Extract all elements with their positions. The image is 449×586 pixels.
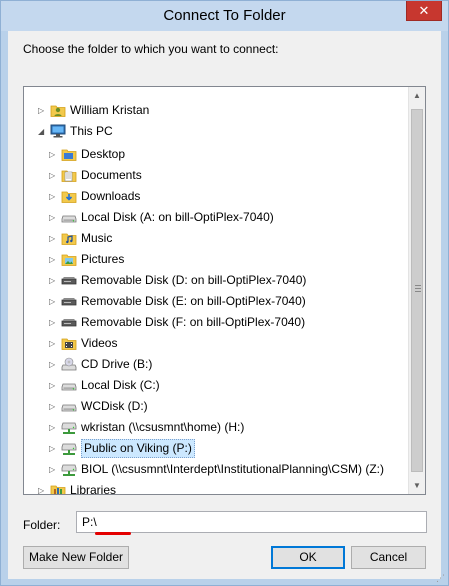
tree-item-label: BIOL (\\csusmnt\Interdept\InstitutionalP…: [81, 462, 385, 476]
tree-item[interactable]: ▷ Music: [24, 228, 410, 249]
network-drive-icon: [61, 462, 77, 477]
scroll-down-arrow-icon[interactable]: ▼: [409, 477, 425, 494]
tree-item[interactable]: ◢ This PC: [24, 121, 410, 142]
tree-item[interactable]: ▷ Documents: [24, 165, 410, 186]
expand-arrow-icon[interactable]: ▷: [49, 402, 57, 411]
expand-arrow-icon[interactable]: ▷: [49, 465, 57, 474]
tree-item[interactable]: ▷ Pictures: [24, 249, 410, 270]
tree-item-label: Downloads: [81, 189, 141, 203]
expand-arrow-icon[interactable]: ▷: [49, 444, 57, 453]
network-drive-icon: [61, 441, 77, 456]
drive-icon: [61, 378, 77, 393]
tree-item-label: CD Drive (B:): [81, 357, 153, 371]
documents-folder-icon: [61, 168, 77, 183]
instruction-text: Choose the folder to which you want to c…: [23, 42, 279, 56]
cd-drive-icon: [61, 357, 77, 372]
desktop-folder-icon: [61, 147, 77, 162]
expand-arrow-icon[interactable]: ▷: [49, 318, 57, 327]
tree-item[interactable]: ▷ WCDisk (D:): [24, 396, 410, 417]
tree-item[interactable]: ▷ Public on Viking (P:): [24, 438, 410, 459]
removable-disk-icon: [61, 294, 77, 309]
tree-item[interactable]: ▷ Removable Disk (D: on bill-OptiPlex-704…: [24, 270, 410, 291]
tree-item-label: William Kristan: [70, 103, 150, 117]
tree-item-label: Desktop: [81, 147, 126, 161]
tree-item[interactable]: ▷ Removable Disk (F: on bill-OptiPlex-704…: [24, 312, 410, 333]
tree-item-label: This PC: [70, 124, 113, 138]
tree-item-label: Local Disk (C:): [81, 378, 160, 392]
annotation-underline: [95, 532, 131, 535]
expand-arrow-icon[interactable]: ▷: [49, 423, 57, 432]
title-bar[interactable]: Connect To Folder ✕: [1, 1, 448, 31]
folder-tree[interactable]: ▷ William Kristan ◢ This PC ▷ Desktop ▷ Documen…: [23, 86, 426, 495]
expand-arrow-icon[interactable]: ▷: [49, 360, 57, 369]
music-folder-icon: [61, 231, 77, 246]
scroll-up-arrow-icon[interactable]: ▲: [409, 87, 425, 104]
resize-grip-icon[interactable]: ⋰: [436, 573, 446, 583]
scrollbar-grip-icon: [415, 285, 421, 292]
ok-button[interactable]: OK: [271, 546, 345, 569]
dialog-title: Connect To Folder: [163, 7, 286, 24]
expand-arrow-icon[interactable]: ▷: [49, 171, 57, 180]
tree-item[interactable]: ▷ CD Drive (B:): [24, 354, 410, 375]
tree-item[interactable]: ▷ Videos: [24, 333, 410, 354]
network-drive-icon: [61, 420, 77, 435]
computer-icon: [50, 124, 66, 139]
expand-arrow-icon[interactable]: ▷: [49, 150, 57, 159]
tree-item-label: Public on Viking (P:): [81, 439, 195, 458]
tree-item[interactable]: ▷ William Kristan: [24, 100, 410, 121]
expand-arrow-icon[interactable]: ▷: [49, 276, 57, 285]
drive-icon: [61, 399, 77, 414]
collapse-arrow-icon[interactable]: ◢: [38, 127, 46, 136]
connect-to-folder-dialog: Connect To Folder ✕ Choose the folder to…: [0, 0, 449, 586]
tree-item-label: Music: [81, 231, 113, 245]
expand-arrow-icon[interactable]: ▷: [49, 381, 57, 390]
user-folder-icon: [50, 103, 66, 118]
dialog-body: Choose the folder to which you want to c…: [8, 31, 441, 579]
tree-item-label: WCDisk (D:): [81, 399, 148, 413]
tree-item-label: Videos: [81, 336, 118, 350]
tree-item[interactable]: ▷ BIOL (\\csusmnt\Interdept\Institutional…: [24, 459, 410, 480]
expand-arrow-icon[interactable]: ▷: [49, 192, 57, 201]
downloads-folder-icon: [61, 189, 77, 204]
expand-arrow-icon[interactable]: ▷: [49, 339, 57, 348]
expand-arrow-icon[interactable]: ▷: [38, 106, 46, 115]
tree-item[interactable]: ▷ Removable Disk (E: on bill-OptiPlex-704…: [24, 291, 410, 312]
tree-item[interactable]: ▷ Local Disk (C:): [24, 375, 410, 396]
tree-item-label: Removable Disk (E: on bill-OptiPlex-7040…: [81, 294, 306, 308]
tree-item-label: Local Disk (A: on bill-OptiPlex-7040): [81, 210, 274, 224]
make-new-folder-button[interactable]: Make New Folder: [23, 546, 129, 569]
tree-item[interactable]: ▷ Libraries: [24, 480, 410, 495]
tree-item-label: wkristan (\\csusmnt\home) (H:): [81, 420, 245, 434]
expand-arrow-icon[interactable]: ▷: [49, 255, 57, 264]
videos-folder-icon: [61, 336, 77, 351]
tree-item[interactable]: ▷ Local Disk (A: on bill-OptiPlex-7040): [24, 207, 410, 228]
tree-item-label: Pictures: [81, 252, 125, 266]
pictures-folder-icon: [61, 252, 77, 267]
tree-item-label: Removable Disk (D: on bill-OptiPlex-7040…: [81, 273, 307, 287]
removable-disk-icon: [61, 315, 77, 330]
tree-item-label: Libraries: [70, 483, 117, 495]
removable-disk-icon: [61, 273, 77, 288]
cancel-button[interactable]: Cancel: [351, 546, 426, 569]
folder-label: Folder:: [23, 518, 61, 532]
tree-item[interactable]: ▷ Desktop: [24, 144, 410, 165]
folder-input[interactable]: P:\: [76, 511, 427, 533]
tree-item[interactable]: ▷ Downloads: [24, 186, 410, 207]
vertical-scrollbar[interactable]: ▲ ▼: [408, 87, 425, 494]
expand-arrow-icon[interactable]: ▷: [49, 234, 57, 243]
close-button[interactable]: ✕: [406, 1, 442, 21]
libraries-folder-icon: [50, 483, 66, 494]
tree-item-label: Removable Disk (F: on bill-OptiPlex-7040…: [81, 315, 306, 329]
expand-arrow-icon[interactable]: ▷: [49, 297, 57, 306]
scrollbar-thumb[interactable]: [411, 109, 423, 472]
drive-icon: [61, 210, 77, 225]
tree-item-label: Documents: [81, 168, 142, 182]
tree-item[interactable]: ▷ wkristan (\\csusmnt\home) (H:): [24, 417, 410, 438]
expand-arrow-icon[interactable]: ▷: [49, 213, 57, 222]
expand-arrow-icon[interactable]: ▷: [38, 486, 46, 494]
